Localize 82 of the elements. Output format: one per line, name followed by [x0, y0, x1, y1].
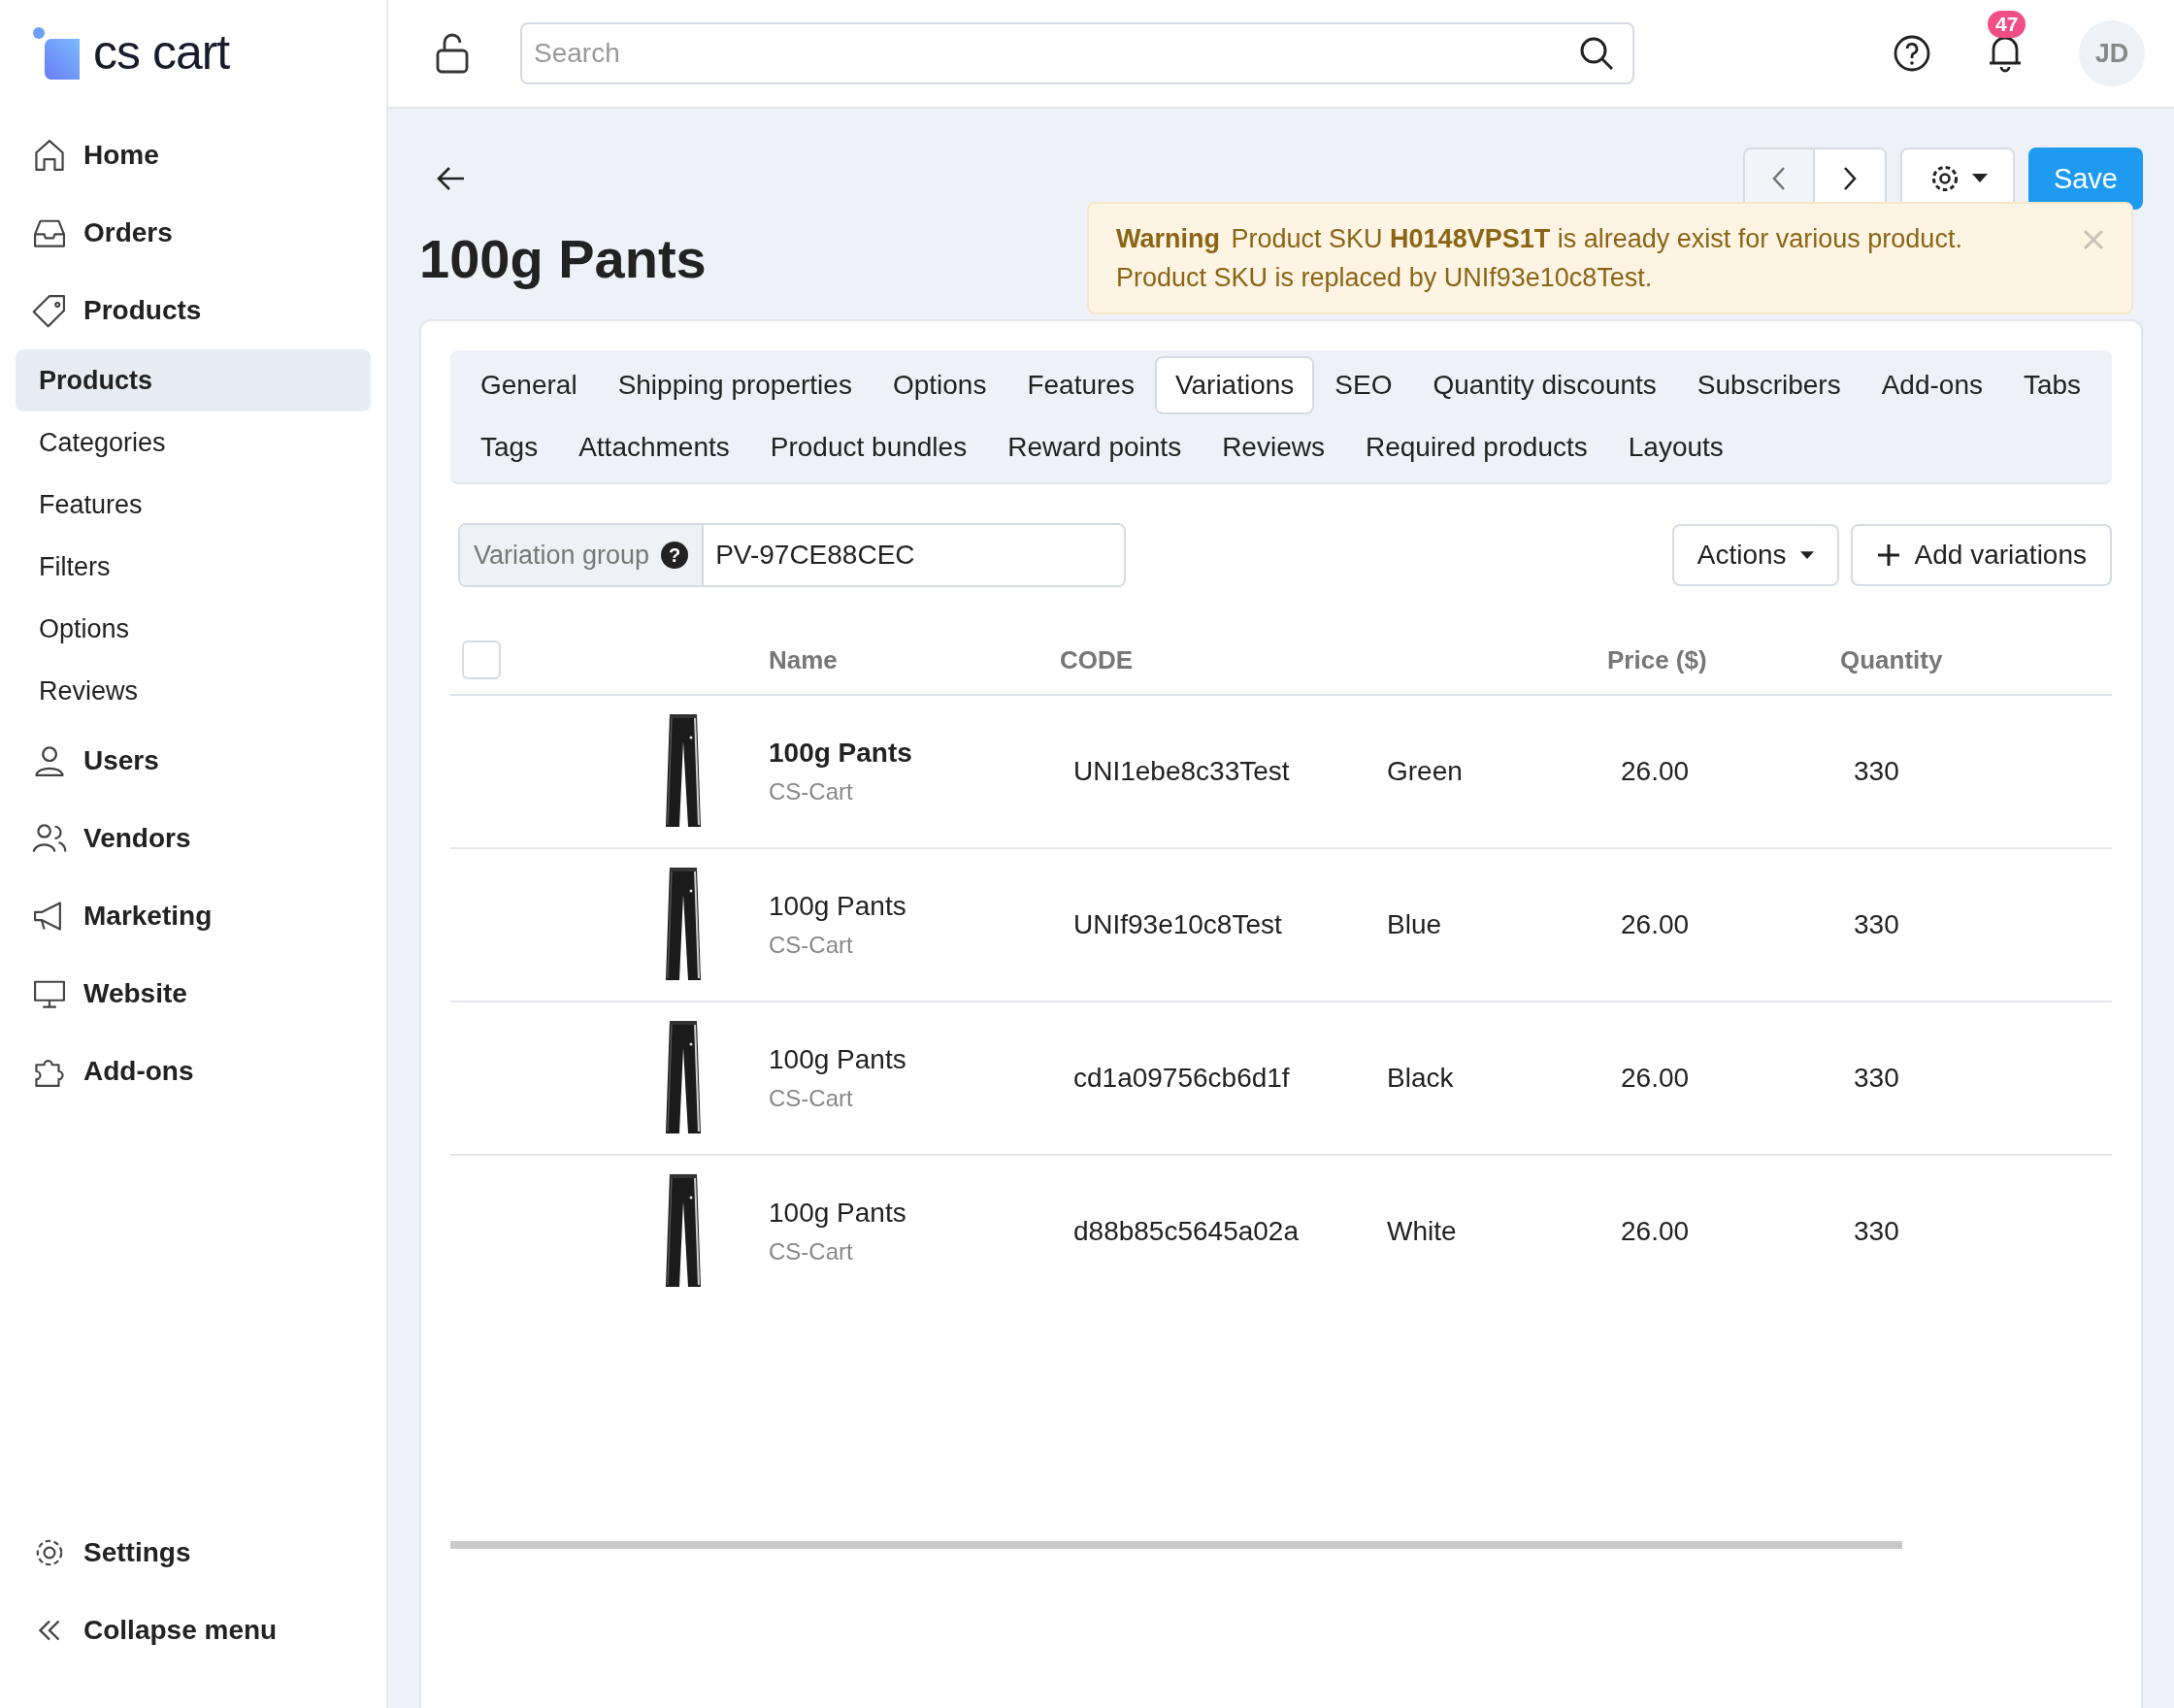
warning-message: Warning Product SKU H0148VPS1T is already exist for various product. Product SKU is replaced by UNIf93e10c8Test.: [1116, 223, 1963, 294]
nav-item[interactable]: Marketing: [16, 877, 371, 955]
add-variations-button[interactable]: Add variations: [1850, 524, 2112, 586]
search-field[interactable]: Search: [520, 22, 1634, 84]
table-cell: 26.00: [1621, 756, 1690, 786]
nav-icon: [31, 292, 68, 329]
table-cell: UNIf93e10c8Test: [1073, 909, 1282, 939]
table-cell: 330: [1854, 1216, 1899, 1246]
table-cell: 26.00: [1621, 909, 1690, 939]
field-label: Variation group: [474, 540, 650, 571]
tab[interactable]: Variations: [1154, 356, 1315, 414]
table-cell: UNI1ebe8c33Test: [1073, 756, 1290, 786]
table-cell: 330: [1854, 1063, 1899, 1093]
tab[interactable]: Required products: [1344, 418, 1608, 476]
tab[interactable]: Subscribers: [1676, 356, 1861, 414]
tab[interactable]: Reviews: [1202, 418, 1345, 476]
submenu-item[interactable]: Filters: [16, 536, 371, 598]
submenu-item[interactable]: Reviews: [16, 660, 371, 722]
tab[interactable]: Tags: [460, 418, 559, 476]
page-title: 100g Pants: [419, 227, 707, 290]
tab[interactable]: Quantity discounts: [1412, 356, 1677, 414]
tab[interactable]: Tabs: [2002, 356, 2102, 414]
column-header: Name: [769, 644, 839, 675]
table-cell: cd1a09756cb6d1f: [1073, 1063, 1290, 1093]
scrollbar[interactable]: [450, 1541, 1902, 1549]
table-cell: Blue: [1387, 909, 1442, 939]
column-header: Quantity: [1840, 644, 1943, 674]
tab[interactable]: Features: [1006, 356, 1155, 414]
tab[interactable]: Attachments: [558, 418, 750, 476]
logo-icon: [31, 25, 80, 80]
table-cell: Black: [1387, 1063, 1454, 1093]
vendor-name: CS-Cart: [769, 932, 854, 959]
tab[interactable]: Product bundles: [749, 418, 988, 476]
tab[interactable]: Layouts: [1607, 418, 1744, 476]
column-header: CODE: [1060, 644, 1134, 674]
vendor-name: CS-Cart: [769, 1238, 854, 1265]
vendor-name: CS-Cart: [769, 1085, 854, 1112]
nav-item[interactable]: Users: [16, 722, 371, 800]
settings-link[interactable]: Settings: [16, 1514, 371, 1592]
logo-text: cs cart: [93, 24, 230, 81]
caret-icon: [1799, 550, 1814, 560]
table-cell: 330: [1854, 909, 1899, 939]
product-name[interactable]: 100g Pants: [769, 738, 1060, 769]
nav-item[interactable]: Orders: [16, 194, 371, 272]
tab[interactable]: Reward points: [987, 418, 1202, 476]
table-cell: 26.00: [1621, 1216, 1690, 1246]
tab[interactable]: SEO: [1314, 356, 1413, 414]
tab[interactable]: Options: [872, 356, 1007, 414]
nav-item[interactable]: Vendors: [16, 800, 371, 877]
tab[interactable]: Shipping properties: [597, 356, 873, 414]
collapse-menu-link[interactable]: Collapse menu: [16, 1592, 371, 1669]
tab[interactable]: Add-ons: [1861, 356, 2003, 414]
chevron-left-icon: [1770, 166, 1787, 191]
tab[interactable]: General: [460, 356, 598, 414]
submenu-item[interactable]: Features: [16, 474, 371, 536]
caret-icon: [1971, 174, 1988, 183]
submenu-item[interactable]: Products: [16, 349, 371, 411]
vendor-name: CS-Cart: [769, 778, 854, 805]
table-cell: 26.00: [1621, 1063, 1690, 1093]
table-cell: 330: [1854, 756, 1899, 786]
nav-item[interactable]: Products: [16, 272, 371, 349]
variation-group-field[interactable]: Variation group ? PV-97CE88CEC: [458, 523, 1126, 587]
select-all-checkbox[interactable]: [462, 640, 501, 679]
nav-item[interactable]: Add-ons: [16, 1033, 371, 1110]
submenu-item[interactable]: Options: [16, 598, 371, 660]
help-badge[interactable]: ?: [661, 542, 689, 569]
table-cell: d88b85c5645a02a: [1073, 1216, 1299, 1246]
search-icon[interactable]: [1578, 35, 1615, 72]
nav-item[interactable]: Home: [16, 116, 371, 194]
column-header: Price ($): [1607, 644, 1707, 674]
help-icon[interactable]: [1893, 34, 1931, 73]
product-name[interactable]: 100g Pants: [769, 1198, 1060, 1229]
plus-icon: [1875, 542, 1901, 568]
actions-button[interactable]: Actions: [1671, 524, 1839, 586]
product-name[interactable]: 100g Pants: [769, 891, 1060, 922]
table-cell: White: [1387, 1216, 1457, 1246]
product-name[interactable]: 100g Pants: [769, 1044, 1060, 1075]
notification-badge: 47: [1988, 11, 2026, 38]
nav-item[interactable]: Website: [16, 955, 371, 1033]
submenu-item[interactable]: Categories: [16, 411, 371, 474]
table-cell: Green: [1387, 756, 1463, 786]
chevron-right-icon: [1841, 166, 1858, 191]
